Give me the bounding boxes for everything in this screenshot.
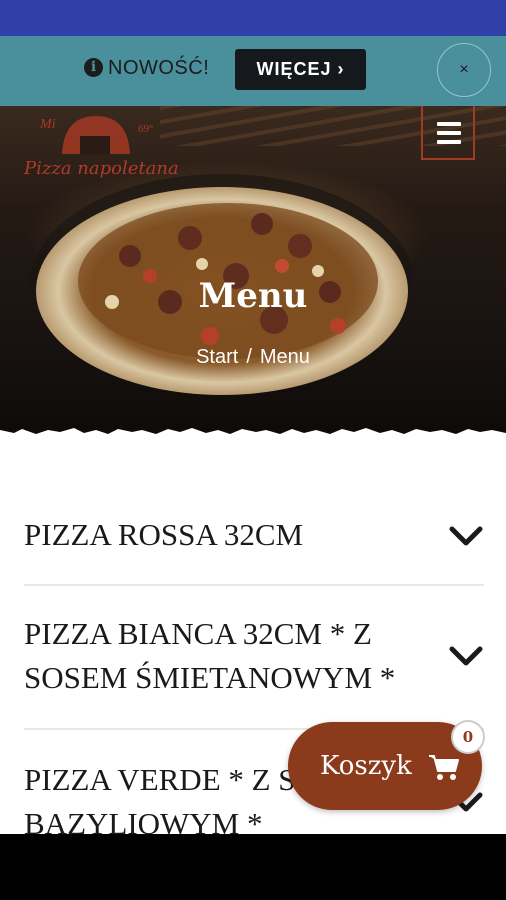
breadcrumb-separator: /	[246, 346, 252, 368]
status-bar	[0, 0, 506, 36]
svg-text:Mi: Mi	[39, 117, 56, 132]
menu-accordion: PIZZA ROSSA 32CM PIZZA BIANCA 32CM * Z S…	[24, 486, 484, 870]
breadcrumb-start[interactable]: Start	[196, 346, 238, 369]
menu-category[interactable]: PIZZA ROSSA 32CM	[24, 486, 484, 586]
info-icon: i	[84, 58, 103, 77]
system-navigation-bar	[0, 834, 506, 900]
chevron-down-icon[interactable]	[448, 524, 484, 548]
category-title: PIZZA ROSSA 32CM	[24, 517, 304, 552]
close-icon[interactable]: ×	[437, 43, 491, 97]
chevron-down-icon[interactable]	[448, 644, 484, 668]
svg-text:69°: 69°	[138, 123, 153, 135]
notice-label: NOWOŚĆ!	[108, 57, 210, 79]
cart-icon	[429, 755, 459, 780]
hero-banner: Mi 69° Pizza napoletana Menu Start / Menu	[0, 106, 506, 446]
menu-category[interactable]: PIZZA BIANCA 32CM * Z SOSEM ŚMIETANOWYM …	[24, 586, 484, 730]
hamburger-menu-icon[interactable]	[421, 106, 475, 160]
page-title: Menu	[198, 276, 308, 316]
breadcrumb-current: Menu	[259, 346, 310, 368]
cart-label: Koszyk	[320, 751, 412, 781]
cart-count-badge: 0	[451, 720, 485, 754]
notice-bar: i NOWOŚĆ! WIĘCEJ › ×	[0, 36, 506, 106]
category-title: PIZZA BIANCA 32CM * Z SOSEM ŚMIETANOWYM …	[24, 616, 396, 695]
logo-text: Pizza napoletana	[24, 158, 179, 179]
torn-edge-divider	[0, 428, 506, 448]
more-button[interactable]: WIĘCEJ ›	[235, 49, 366, 90]
breadcrumb: Start / Menu	[0, 346, 506, 369]
